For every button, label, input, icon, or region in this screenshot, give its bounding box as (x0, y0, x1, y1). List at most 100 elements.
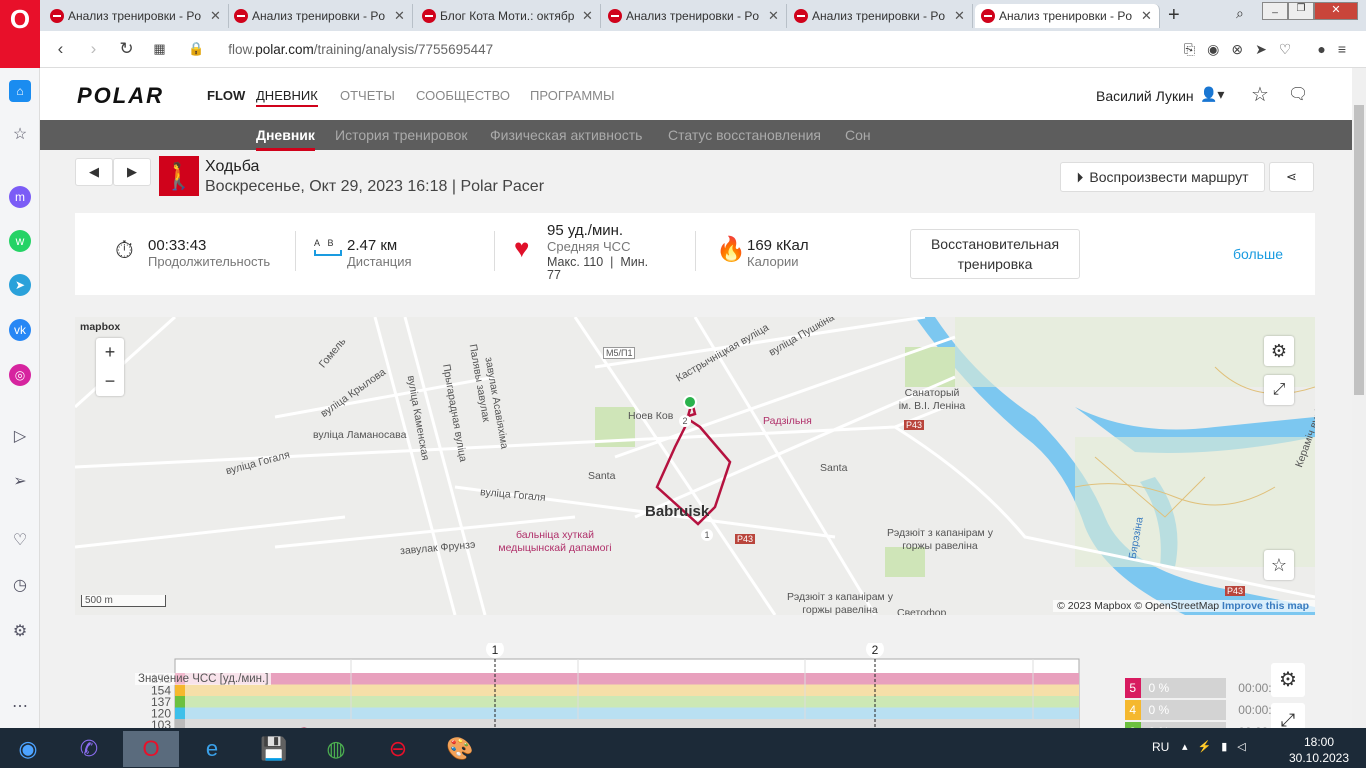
tab-close-icon[interactable]: ✕ (210, 8, 228, 24)
start-button[interactable]: ◉ (2, 731, 54, 767)
hr-zone-band (175, 673, 1079, 685)
maximize-button[interactable]: ❐ (1288, 2, 1314, 20)
telegram-icon[interactable]: ➤ (9, 274, 31, 296)
viber-icon[interactable]: ✆ (63, 731, 115, 767)
camera-icon[interactable]: ◉ (1207, 41, 1219, 58)
vk-icon[interactable]: vk (9, 319, 31, 341)
road-shield: P43 (904, 420, 925, 430)
favorites-star-icon[interactable]: ☆ (1251, 82, 1269, 107)
ie-icon[interactable]: e (186, 731, 238, 767)
speed-dial-icon[interactable]: ▦ (143, 41, 176, 57)
zone-number: 5 (1125, 678, 1141, 698)
minimize-button[interactable]: _ (1262, 2, 1288, 20)
tab-close-icon[interactable]: ✕ (582, 8, 600, 24)
favorite-route-button[interactable]: ☆ (1264, 550, 1294, 580)
clock-date: 30.10.2023 (1288, 751, 1350, 765)
opera-logo[interactable]: O (0, 0, 40, 68)
polar-logo[interactable]: POLAR (77, 83, 164, 109)
lap-marker[interactable]: 2 (679, 415, 691, 427)
nav-programs[interactable]: ПРОГРАММЫ (530, 88, 615, 103)
subnav-history[interactable]: История тренировок (335, 127, 467, 143)
url-field[interactable]: flow.polar.com/training/analysis/7755695… (228, 42, 493, 57)
heart-icon[interactable]: ♡ (10, 530, 30, 550)
tab-title: Анализ тренировки - Po (626, 9, 760, 23)
star-icon[interactable]: ☆ (10, 124, 30, 144)
notifications-icon[interactable]: 🗨 (1288, 84, 1308, 104)
more-icon[interactable]: ⋯ (10, 696, 30, 716)
zoom-in-button[interactable]: + (96, 338, 124, 367)
previous-session-button[interactable]: ◀ (75, 158, 113, 186)
nav-diary[interactable]: ДНЕВНИК (256, 88, 318, 107)
back-button[interactable]: ‹ (44, 39, 77, 59)
heart-icon[interactable]: ♡ (1279, 41, 1292, 58)
menu-icon[interactable]: ≡ (1338, 41, 1346, 58)
road-shield: P43 (1225, 586, 1246, 596)
tab-close-icon[interactable]: ✕ (1141, 8, 1159, 24)
save-app-icon[interactable]: 💾 (248, 731, 300, 767)
polar-app-icon[interactable]: ⊖ (372, 731, 424, 767)
whatsapp-icon[interactable]: w (9, 230, 31, 252)
browser-tab[interactable]: Анализ тренировки - Po ✕ (228, 4, 413, 28)
lap-marker[interactable]: 1 (701, 529, 713, 541)
subnav-diary[interactable]: Дневник (256, 127, 315, 151)
zoom-out-button[interactable]: − (96, 367, 124, 396)
browser-tab[interactable]: Анализ тренировки - Po ✕ (975, 4, 1160, 28)
player-icon[interactable]: ▷ (10, 426, 30, 446)
map-settings-button[interactable]: ⚙ (1264, 336, 1294, 366)
send-icon[interactable]: ➤ (1255, 41, 1267, 58)
send-icon[interactable]: ➢ (10, 471, 30, 491)
nav-community[interactable]: СООБЩЕСТВО (416, 88, 510, 103)
tab-close-icon[interactable]: ✕ (768, 8, 786, 24)
messenger-icon[interactable]: m (9, 186, 31, 208)
browser-tab[interactable]: Анализ тренировки - Po ✕ (788, 4, 973, 28)
improve-map-link[interactable]: Improve this map (1222, 600, 1309, 612)
chrome-icon[interactable]: ◍ (310, 731, 362, 767)
language-indicator[interactable]: RU (1152, 740, 1169, 754)
close-button[interactable]: ✕ (1314, 2, 1358, 20)
search-tabs-icon[interactable]: ⌕ (1236, 5, 1244, 22)
tab-close-icon[interactable]: ✕ (954, 8, 972, 24)
city-label: Babruisk (645, 503, 710, 520)
address-bar: ‹ › ↻ ▦ 🔒 flow.polar.com/training/analys… (40, 31, 1366, 68)
browser-tab[interactable]: Анализ тренировки - Po ✕ (44, 4, 229, 28)
training-benefit-button[interactable]: Восстановительная тренировка (910, 229, 1080, 279)
fullscreen-button[interactable]: ⤢ (1264, 375, 1294, 405)
tab-close-icon[interactable]: ✕ (394, 8, 412, 24)
next-session-button[interactable]: ▶ (113, 158, 151, 186)
tab-favicon (794, 9, 808, 23)
chart-settings-button[interactable]: ⚙ (1271, 663, 1305, 697)
opera-taskbar-icon[interactable]: O (123, 731, 179, 767)
home-icon[interactable]: ⌂ (9, 80, 31, 102)
flow-label[interactable]: FLOW (207, 88, 245, 103)
subnav-recovery[interactable]: Статус восстановления (668, 127, 821, 143)
subnav-sleep[interactable]: Сон (845, 127, 871, 143)
replay-route-button[interactable]: ⏵ Воспроизвести маршрут (1060, 162, 1265, 192)
scrollbar-thumb[interactable] (1354, 105, 1364, 395)
distance-value: 2.47 км (347, 237, 398, 254)
hr-zone-band (175, 696, 1079, 708)
history-icon[interactable]: ◷ (10, 575, 30, 595)
user-name[interactable]: Василий Лукин (1096, 88, 1194, 104)
chart-expand-button[interactable]: ⤢ (1271, 703, 1305, 728)
browser-tab[interactable]: Блог Кота Моти.: октябр ✕ (416, 4, 601, 28)
user-icon[interactable]: 👤▾ (1200, 86, 1224, 103)
snapshot-icon[interactable]: ⎘ (1184, 41, 1195, 58)
more-link[interactable]: больше (1233, 246, 1283, 262)
mapbox-logo[interactable]: mapbox (80, 321, 120, 333)
profile-icon[interactable]: ● (1317, 41, 1325, 58)
route-map[interactable]: mapbox Гомель вуліца Крылова вуліца Лама… (75, 317, 1315, 615)
clock[interactable]: 18:00 30.10.2023 (1283, 734, 1355, 766)
adblock-icon[interactable]: ⊗ (1231, 41, 1243, 58)
subnav-activity[interactable]: Физическая активность (490, 127, 642, 143)
map-attribution[interactable]: © 2023 Mapbox © OpenStreetMap (1057, 600, 1219, 612)
forward-button[interactable]: › (77, 39, 110, 59)
nav-reports[interactable]: ОТЧЕТЫ (340, 88, 395, 103)
settings-icon[interactable]: ⚙ (10, 621, 30, 641)
share-button[interactable]: ⋖ (1269, 162, 1314, 192)
new-tab-button[interactable]: + (1168, 4, 1180, 27)
tray-icons[interactable]: ▴⚡▮◁ (1182, 740, 1256, 753)
instagram-icon[interactable]: ◎ (9, 364, 31, 386)
reload-button[interactable]: ↻ (110, 39, 143, 59)
paint-icon[interactable]: 🎨 (434, 731, 486, 767)
browser-tab[interactable]: Анализ тренировки - Po ✕ (602, 4, 787, 28)
